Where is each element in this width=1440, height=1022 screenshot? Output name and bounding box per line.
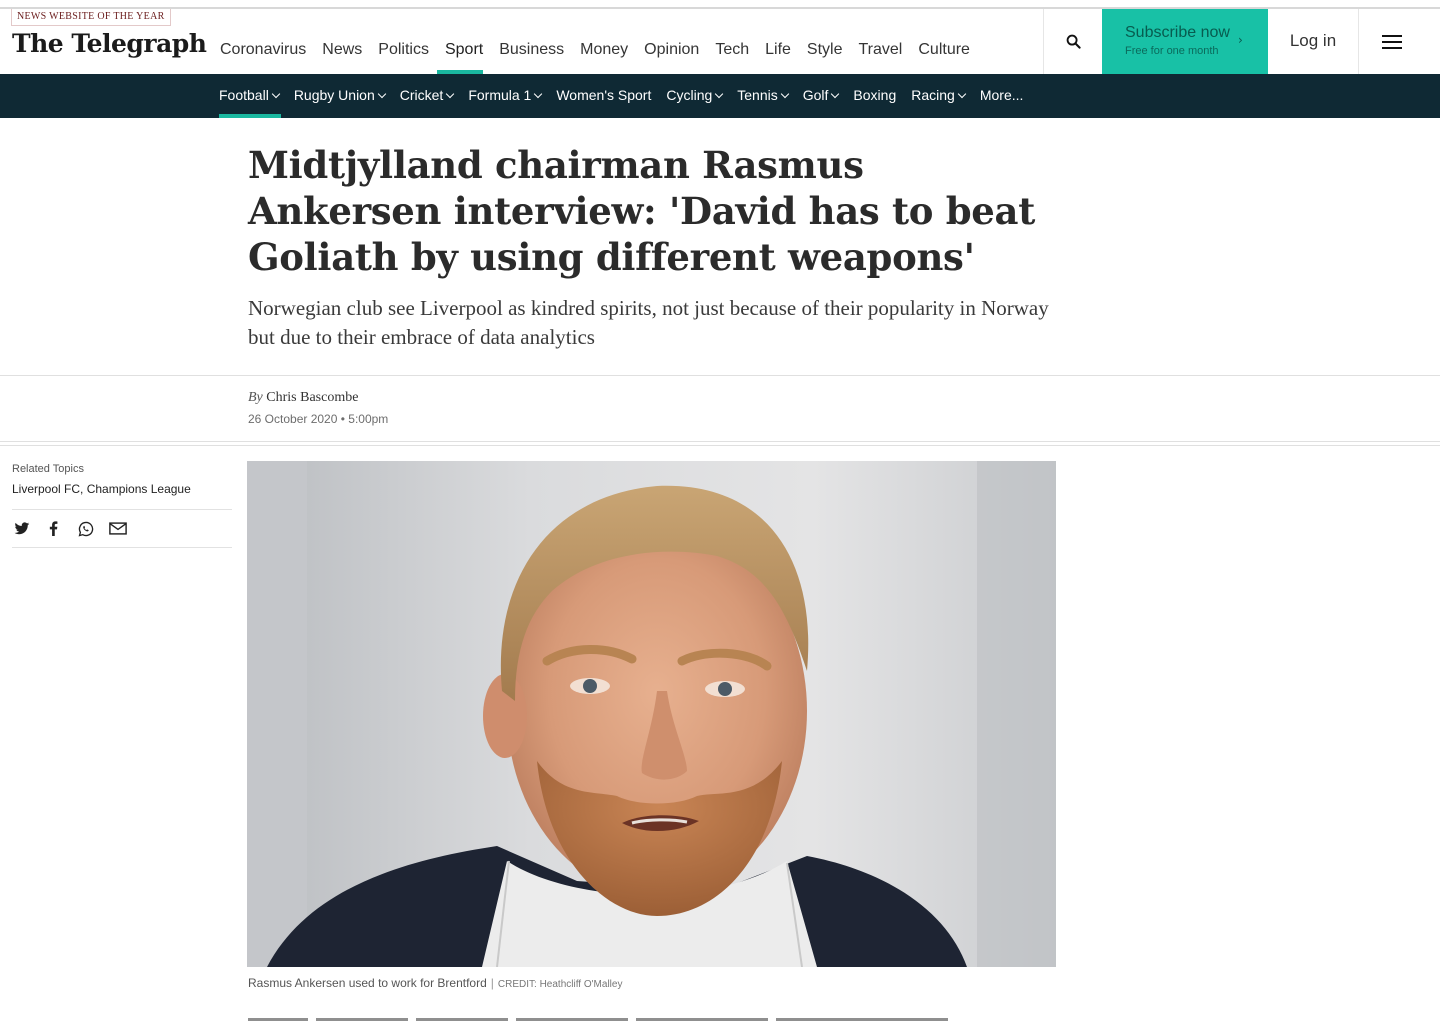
divider bbox=[12, 509, 232, 510]
nav-item-coronavirus[interactable]: Coronavirus bbox=[219, 9, 314, 74]
photo-caption: Rasmus Ankersen used to work for Brentfo… bbox=[248, 976, 622, 990]
byline-prefix: By bbox=[248, 390, 263, 405]
divider bbox=[0, 441, 1440, 442]
article-standfirst: Norwegian club see Liverpool as kindred … bbox=[248, 296, 1049, 349]
related-topics-links[interactable]: Liverpool FC, Champions League bbox=[12, 482, 191, 496]
subnav-item-label: Cycling bbox=[666, 87, 713, 103]
subnav-item-football[interactable]: Football bbox=[219, 74, 281, 118]
nav-item-opinion[interactable]: Opinion bbox=[636, 9, 707, 74]
subscribe-button[interactable]: Subscribe now Free for one month › bbox=[1102, 9, 1268, 74]
facebook-icon[interactable] bbox=[44, 519, 63, 538]
author-link[interactable]: Chris Bascombe bbox=[266, 390, 358, 405]
twitter-icon[interactable] bbox=[12, 519, 31, 538]
subnav-item-label: Racing bbox=[911, 87, 955, 103]
chevron-down-icon bbox=[534, 89, 543, 99]
article-headline: Midtjylland chairman Rasmus Ankersen int… bbox=[248, 143, 1036, 279]
nav-item-tech[interactable]: Tech bbox=[707, 9, 757, 74]
chevron-down-icon bbox=[715, 89, 724, 99]
subnav-item-boxing[interactable]: Boxing bbox=[853, 74, 896, 118]
subnav-item-racing[interactable]: Racing bbox=[911, 74, 967, 118]
caption-separator: | bbox=[490, 976, 494, 990]
chevron-down-icon bbox=[780, 89, 789, 99]
login-button[interactable]: Log in bbox=[1268, 9, 1359, 74]
divider bbox=[0, 375, 1440, 376]
subnav-item-label: Football bbox=[219, 87, 269, 103]
whatsapp-icon[interactable] bbox=[76, 519, 95, 538]
subnav-item-label: Formula 1 bbox=[468, 87, 532, 103]
related-topics-label: Related Topics bbox=[12, 463, 84, 475]
subnav-item-rugby-union[interactable]: Rugby Union bbox=[293, 74, 386, 118]
share-bar bbox=[12, 519, 127, 538]
subnav-item-label: Women's Sport bbox=[556, 87, 652, 103]
text-line-cutoff bbox=[248, 1018, 948, 1021]
caption-text: Rasmus Ankersen used to work for Brentfo… bbox=[248, 976, 487, 990]
byline: By Chris Bascombe bbox=[248, 390, 358, 406]
telegraph-logo[interactable]: The Telegraph bbox=[12, 29, 207, 58]
subnav-item-women-s-sport[interactable]: Women's Sport bbox=[556, 74, 651, 118]
chevron-down-icon bbox=[377, 89, 386, 99]
nav-item-style[interactable]: Style bbox=[799, 9, 851, 74]
article-body-start bbox=[248, 1014, 948, 1022]
chevron-down-icon bbox=[446, 89, 455, 99]
subscribe-subtitle: Free for one month bbox=[1125, 45, 1219, 57]
site-header: NEWS WEBSITE OF THE YEAR The Telegraph C… bbox=[0, 9, 1440, 74]
subnav-item-label: Boxing bbox=[853, 87, 897, 103]
subscribe-title: Subscribe now bbox=[1125, 24, 1230, 41]
divider bbox=[12, 547, 232, 548]
chevron-down-icon bbox=[831, 89, 840, 99]
subnav-item-label: Golf bbox=[802, 87, 829, 103]
award-badge: NEWS WEBSITE OF THE YEAR bbox=[11, 9, 171, 26]
photo-credit: CREDIT: Heathcliff O'Malley bbox=[497, 979, 623, 990]
nav-item-travel[interactable]: Travel bbox=[851, 9, 911, 74]
email-icon[interactable] bbox=[108, 519, 127, 538]
nav-item-money[interactable]: Money bbox=[572, 9, 636, 74]
nav-item-news[interactable]: News bbox=[314, 9, 370, 74]
menu-button[interactable] bbox=[1359, 9, 1425, 74]
chevron-down-icon bbox=[957, 89, 967, 99]
primary-nav: Coronavirus News Politics Sport Business Mone… bbox=[219, 9, 978, 74]
nav-item-business[interactable]: Business bbox=[491, 9, 572, 74]
subnav-item-cricket[interactable]: Cricket bbox=[399, 74, 455, 118]
subnav-item-cycling[interactable]: Cycling bbox=[666, 74, 724, 118]
portrait-photo bbox=[247, 461, 1056, 967]
subnav-item-formula-1[interactable]: Formula 1 bbox=[468, 74, 543, 118]
nav-item-politics[interactable]: Politics bbox=[370, 9, 437, 74]
search-icon bbox=[1066, 34, 1081, 49]
nav-item-life[interactable]: Life bbox=[757, 9, 799, 74]
chevron-right-icon: › bbox=[1238, 33, 1243, 47]
search-button[interactable] bbox=[1043, 9, 1102, 74]
subnav-item-label: More... bbox=[979, 87, 1024, 103]
subnav-item-golf[interactable]: Golf bbox=[802, 74, 840, 118]
sport-subnav: Football Rugby Union Cricket Formula 1 Women… bbox=[0, 74, 1440, 118]
subnav-item-label: Cricket bbox=[399, 87, 444, 103]
article-photo bbox=[247, 461, 1056, 967]
chevron-down-icon bbox=[271, 89, 281, 99]
nav-item-sport[interactable]: Sport bbox=[436, 9, 491, 74]
subnav-item-label: Tennis bbox=[737, 87, 778, 103]
nav-item-culture[interactable]: Culture bbox=[910, 9, 978, 74]
publish-date: 26 October 2020 • 5:00pm bbox=[248, 412, 389, 426]
subnav-items: Football Rugby Union Cricket Formula 1 Women… bbox=[219, 74, 1038, 118]
hamburger-menu-icon bbox=[1382, 34, 1402, 49]
subnav-item-label: Rugby Union bbox=[293, 87, 375, 103]
subnav-item-tennis[interactable]: Tennis bbox=[737, 74, 789, 118]
divider bbox=[0, 445, 1440, 446]
subnav-item-more[interactable]: More... bbox=[980, 74, 1024, 118]
